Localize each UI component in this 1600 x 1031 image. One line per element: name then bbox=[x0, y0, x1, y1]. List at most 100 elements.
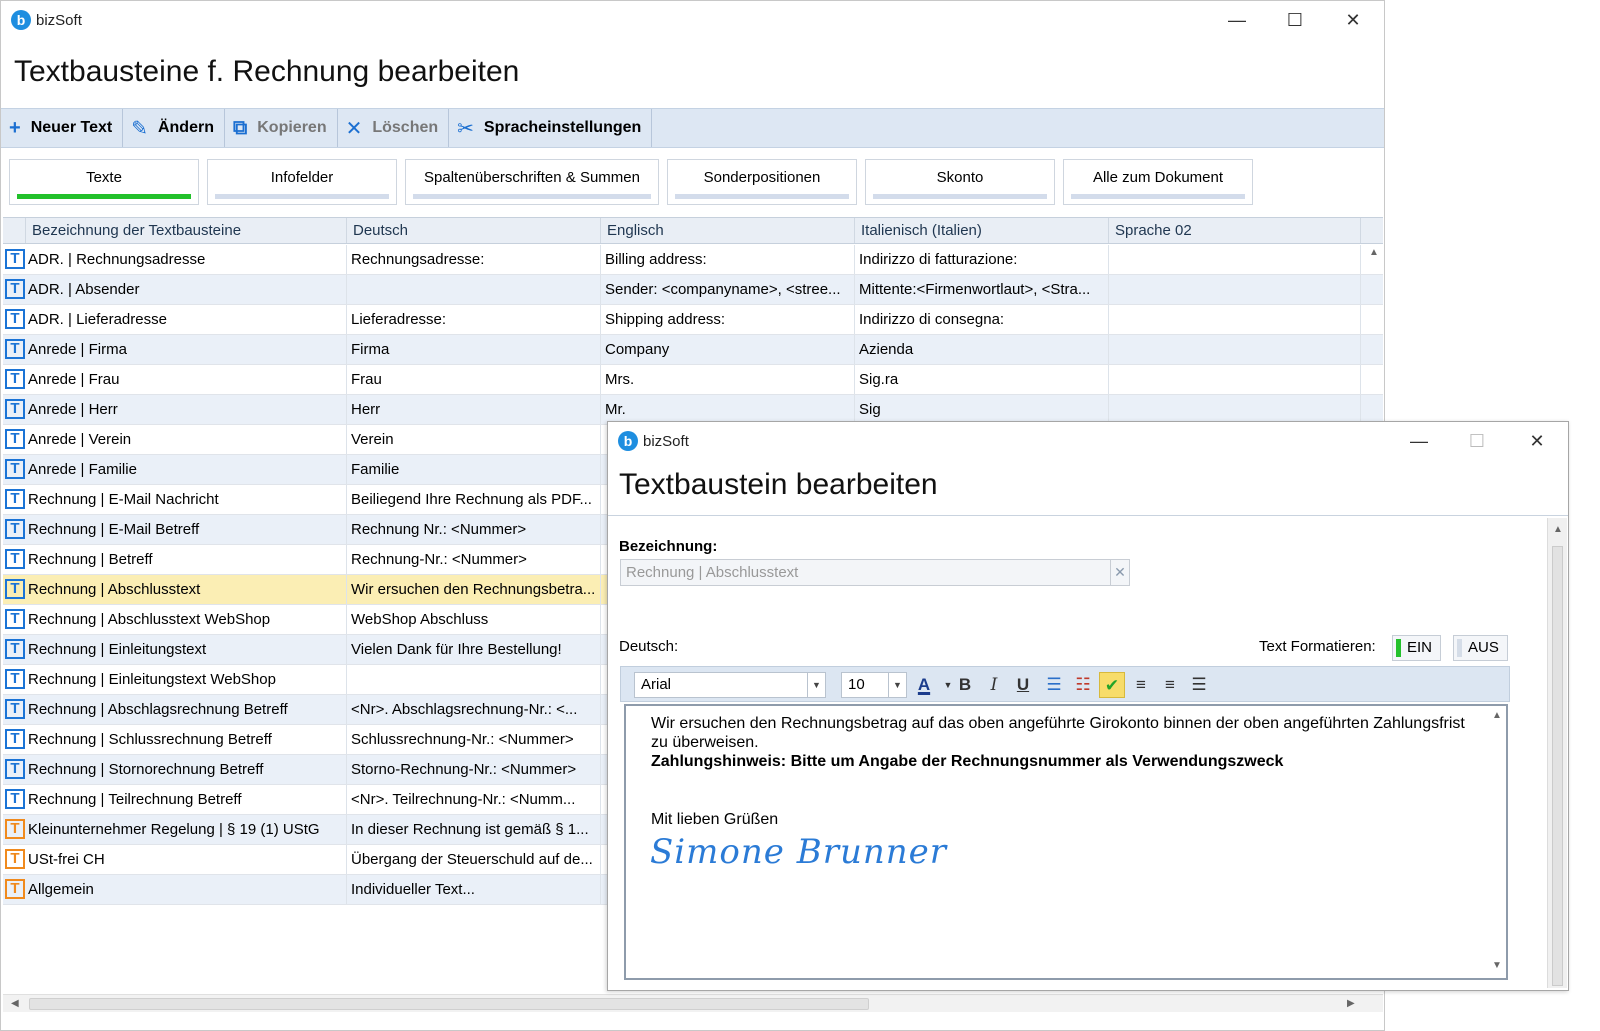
text-module-icon: T bbox=[5, 549, 25, 569]
column-header[interactable]: Bezeichnung der Textbausteine bbox=[26, 218, 347, 243]
table-row[interactable]: T ADR. | Absender Sender: <companyname>, <… bbox=[3, 275, 1383, 305]
grid-vertical-scrollbar[interactable]: ▲ bbox=[1364, 245, 1383, 420]
app-name: bizSoft bbox=[36, 11, 82, 29]
editor-scrollbar[interactable]: ▲ ▼ bbox=[1488, 706, 1506, 978]
horizontal-scroll-thumb[interactable] bbox=[29, 998, 869, 1010]
text-module-icon: T bbox=[5, 339, 25, 359]
bold-icon[interactable]: B bbox=[952, 672, 978, 698]
scroll-up-icon[interactable]: ▲ bbox=[1492, 710, 1502, 721]
pencil-icon: ✎ bbox=[131, 117, 148, 140]
scroll-left-icon[interactable]: ◀ bbox=[11, 998, 19, 1009]
format-on-toggle[interactable]: EIN bbox=[1392, 635, 1442, 661]
copy-icon: ⧉ bbox=[232, 116, 248, 139]
edit-dialog: b bizSoft — ☐ ✕ Textbaustein bearbeiten … bbox=[607, 421, 1569, 991]
tab-4[interactable]: Skonto bbox=[865, 159, 1055, 205]
cell-de bbox=[347, 275, 601, 304]
scroll-down-icon[interactable]: ▼ bbox=[1492, 960, 1502, 971]
formatting-toolbar: Arial ▼ 10 ▼ A ▼ B I U ☰ ☷ ✔ ≡ ≡ ☰ bbox=[620, 666, 1510, 702]
module-name: Rechnung | Abschlusstext bbox=[28, 581, 201, 598]
tab-2[interactable]: Spaltenüberschriften & Summen bbox=[405, 159, 659, 205]
dialog-minimize-button[interactable]: — bbox=[1390, 422, 1448, 460]
scroll-up-icon[interactable]: ▲ bbox=[1553, 524, 1563, 535]
cell-de: <Nr>. Teilrechnung-Nr.: <Numm... bbox=[347, 785, 601, 814]
rich-text-editor[interactable]: Wir ersuchen den Rechnungsbetrag auf das… bbox=[624, 704, 1508, 980]
table-row[interactable]: T Anrede | Firma Firma Company Azienda bbox=[3, 335, 1383, 365]
column-header[interactable]: Deutsch bbox=[347, 218, 601, 243]
cell-en: Mr. bbox=[601, 395, 855, 424]
font-family-select[interactable]: Arial ▼ bbox=[634, 672, 826, 698]
italic-icon[interactable]: I bbox=[981, 672, 1007, 698]
close-button[interactable]: ✕ bbox=[1324, 1, 1382, 39]
text-module-icon: T bbox=[5, 369, 25, 389]
cell-en: Sender: <companyname>, <stree... bbox=[601, 275, 855, 304]
minimize-button[interactable]: — bbox=[1208, 1, 1266, 39]
column-header[interactable]: Sprache 02 bbox=[1109, 218, 1361, 243]
numbered-list-icon[interactable]: ☷ bbox=[1070, 672, 1096, 698]
cell-de: Schlussrechnung-Nr.: <Nummer> bbox=[347, 725, 601, 754]
cell-en: Shipping address: bbox=[601, 305, 855, 334]
text-module-icon: T bbox=[5, 249, 25, 269]
name-cell: T Anrede | Familie bbox=[3, 455, 347, 484]
tab-indicator bbox=[413, 194, 651, 199]
text-module-icon: T bbox=[5, 669, 25, 689]
toolbar-button-1[interactable]: ✎ Ändern bbox=[123, 109, 225, 147]
cell-de: In dieser Rechnung ist gemäß § 1... bbox=[347, 815, 601, 844]
name-cell: T Anrede | Verein bbox=[3, 425, 347, 454]
scroll-right-icon[interactable]: ▶ bbox=[1347, 998, 1355, 1009]
align-center-icon[interactable]: ≡ bbox=[1128, 672, 1154, 698]
cell-it: Sig bbox=[855, 395, 1109, 424]
module-name: Rechnung | Betreff bbox=[28, 551, 153, 568]
cell-de: <Nr>. Abschlagsrechnung-Nr.: <... bbox=[347, 695, 601, 724]
toolbar-button-2[interactable]: ⧉ Kopieren bbox=[225, 109, 338, 147]
table-row[interactable]: T Anrede | Frau Frau Mrs. Sig.ra bbox=[3, 365, 1383, 395]
dialog-vertical-scrollbar[interactable]: ▲ bbox=[1547, 518, 1567, 988]
align-right-icon[interactable]: ≡ bbox=[1157, 672, 1183, 698]
tab-1[interactable]: Infofelder bbox=[207, 159, 397, 205]
module-name: Anrede | Frau bbox=[28, 371, 120, 388]
maximize-button[interactable]: ☐ bbox=[1266, 1, 1324, 39]
text-module-icon: T bbox=[5, 639, 25, 659]
bezeichnung-input[interactable]: Rechnung | Abschlusstext bbox=[620, 559, 1130, 586]
clear-icon[interactable]: ✕ bbox=[1110, 560, 1129, 585]
name-cell: T Rechnung | E-Mail Betreff bbox=[3, 515, 347, 544]
dialog-maximize-button[interactable]: ☐ bbox=[1448, 422, 1506, 460]
tab-label: Alle zum Dokument bbox=[1092, 169, 1224, 186]
grid-horizontal-scrollbar[interactable]: ◀ ▶ bbox=[3, 994, 1383, 1012]
title-divider bbox=[608, 515, 1568, 516]
tab-0[interactable]: Texte bbox=[9, 159, 199, 205]
cell-de: Übergang der Steuerschuld auf de... bbox=[347, 845, 601, 874]
bullet-list-icon[interactable]: ☰ bbox=[1041, 672, 1067, 698]
toolbar-button-label: Kopieren bbox=[257, 119, 327, 136]
table-row[interactable]: T ADR. | Lieferadresse Lieferadresse: Shipp… bbox=[3, 305, 1383, 335]
font-color-icon[interactable]: A bbox=[911, 672, 937, 698]
align-justify-icon[interactable]: ☰ bbox=[1186, 672, 1212, 698]
name-cell: T Rechnung | Einleitungstext bbox=[3, 635, 347, 664]
table-row[interactable]: T ADR. | Rechnungsadresse Rechnungsadresse… bbox=[3, 245, 1383, 275]
underline-icon[interactable]: U bbox=[1010, 672, 1036, 698]
module-name: Anrede | Familie bbox=[28, 461, 137, 478]
module-name: Anrede | Verein bbox=[28, 431, 132, 448]
cell-de: Lieferadresse: bbox=[347, 305, 601, 334]
font-size-select[interactable]: 10 ▼ bbox=[841, 672, 907, 698]
toolbar-button-0[interactable]: + Neuer Text bbox=[1, 109, 124, 147]
align-check-icon[interactable]: ✔ bbox=[1099, 672, 1125, 698]
tab-5[interactable]: Alle zum Dokument bbox=[1063, 159, 1253, 205]
column-header[interactable]: Italienisch (Italien) bbox=[855, 218, 1109, 243]
name-cell: T Rechnung | Schlussrechnung Betreff bbox=[3, 725, 347, 754]
column-header[interactable]: Englisch bbox=[601, 218, 855, 243]
bizsoft-logo-icon: b bbox=[618, 431, 638, 451]
toolbar-button-3[interactable]: ✕ Löschen bbox=[338, 109, 450, 147]
chevron-down-icon[interactable]: ▼ bbox=[807, 673, 825, 697]
scroll-up-icon[interactable]: ▲ bbox=[1369, 247, 1379, 258]
cell-de: Verein bbox=[347, 425, 601, 454]
tab-3[interactable]: Sonderpositionen bbox=[667, 159, 857, 205]
toolbar-button-4[interactable]: ✂ Spracheinstellungen bbox=[449, 109, 653, 147]
format-off-toggle[interactable]: AUS bbox=[1453, 635, 1508, 661]
chevron-down-icon[interactable]: ▼ bbox=[888, 673, 906, 697]
dialog-close-button[interactable]: ✕ bbox=[1508, 422, 1566, 460]
name-cell: T Kleinunternehmer Regelung | § 19 (1) US… bbox=[3, 815, 347, 844]
module-name: Rechnung | E-Mail Nachricht bbox=[28, 491, 219, 508]
dialog-scroll-thumb[interactable] bbox=[1552, 546, 1563, 986]
tab-indicator bbox=[215, 194, 389, 199]
text-module-icon: T bbox=[5, 309, 25, 329]
